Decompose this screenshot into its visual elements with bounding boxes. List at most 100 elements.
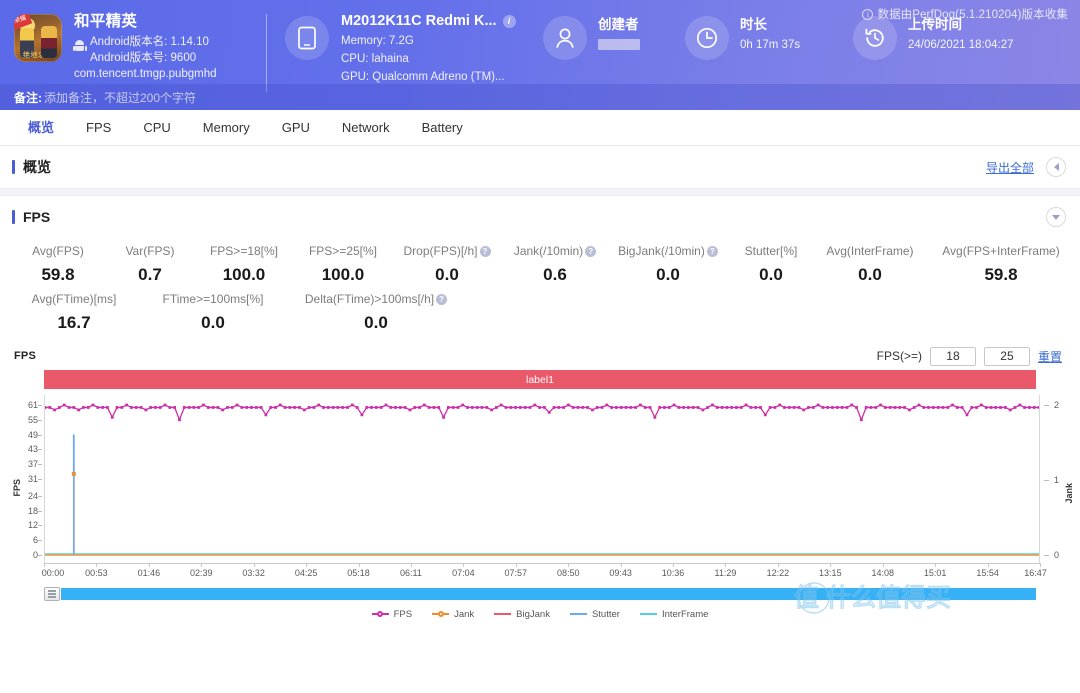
app-info-block: 荣耀 绝地求生 和平精英 Android版本名: 1.14.10 Android… (14, 12, 266, 80)
legend-item-stutter[interactable]: Stutter (569, 609, 620, 620)
stat-label: Stutter[%] (744, 244, 798, 258)
x-tick-mark (410, 563, 412, 567)
phone-icon (285, 16, 329, 60)
y-tick-label: 43 (27, 444, 38, 455)
y2-tick-label: 1 (1054, 475, 1060, 485)
x-tick-mark (201, 563, 203, 567)
fps-plot-canvas[interactable] (44, 395, 1040, 563)
x-tick-mark (935, 563, 937, 567)
help-icon[interactable]: ? (479, 245, 491, 257)
tab-fps[interactable]: FPS (70, 110, 127, 145)
scene-label-band[interactable]: label1 (44, 370, 1036, 389)
overview-panel: 概览 导出全部 (0, 146, 1080, 188)
overview-collapse-button[interactable] (1046, 157, 1066, 177)
y-tick-label: 49 (27, 429, 38, 440)
y-tick-mark (38, 419, 42, 421)
x-tick-mark (358, 563, 360, 567)
x-tick-mark (463, 563, 465, 567)
export-all-link[interactable]: 导出全部 (986, 159, 1034, 176)
legend-label: InterFrame (661, 608, 709, 620)
fps-chart-toolbar: FPS FPS(>=) 18 25 重置 (0, 342, 1080, 370)
x-tick-mark (725, 563, 727, 567)
x-tick-mark (777, 563, 779, 567)
note-bar[interactable]: 备注: 添加备注，不超过200个字符 (0, 84, 1080, 110)
x-tick-mark (253, 563, 255, 567)
legend-swatch (639, 613, 657, 615)
fps-plot-area: FPS Jank 0 6 12 18 24 31 37 43 49 55 61 012 (0, 395, 1080, 563)
tab-overview[interactable]: 概览 (12, 110, 70, 145)
y-tick-mark (38, 495, 42, 497)
stat-var-fps: Var(FPS) 0.7 (106, 242, 194, 290)
tab-battery[interactable]: Battery (406, 110, 479, 145)
fps-stats-row-1: Avg(FPS) 59.8 Var(FPS) 0.7 FPS>=18[%] 100.0 FP… (0, 242, 1080, 290)
fps-stats-row-2: Avg(FTime)[ms] 16.7 FTime>=100ms[%] 0.0 Delt… (0, 290, 1080, 338)
tab-memory[interactable]: Memory (187, 110, 266, 145)
stat-label: Avg(InterFrame) (826, 244, 914, 258)
app-header: i 数据由PerfDog(5.1.210204)版本收集 荣耀 绝地求生 和平精… (0, 0, 1080, 110)
y2-tick-mark (1044, 555, 1049, 556)
y-tick-label: 55 (27, 414, 38, 425)
legend-label: Jank (454, 608, 475, 620)
stat-label: FPS>=25[%] (308, 244, 378, 258)
note-input-placeholder[interactable]: 添加备注，不超过200个字符 (44, 89, 196, 106)
chart-legend: FPS Jank BigJank Stutter InterFrame (0, 604, 1080, 624)
x-tick-label: 10:36 (661, 568, 685, 578)
creator-value-redacted (598, 39, 640, 50)
help-icon[interactable]: ? (706, 245, 718, 257)
stat-label: Var(FPS) (125, 244, 175, 258)
x-tick-label: 06:11 (400, 568, 422, 578)
help-icon[interactable]: ? (436, 293, 448, 305)
app-package-name: com.tencent.tmgp.pubgmhd (74, 68, 217, 80)
stat-bigjank-10min: BigJank(/10min)? 0.0 (608, 242, 728, 290)
chart-scrollbar[interactable] (44, 587, 1036, 601)
fps-chart-label: FPS (14, 350, 36, 362)
tab-cpu[interactable]: CPU (127, 110, 186, 145)
note-label: 备注: (14, 90, 42, 105)
x-tick-label: 09:43 (609, 568, 632, 578)
x-tick-label: 13:15 (819, 568, 842, 578)
fps-stats: Avg(FPS) 59.8 Var(FPS) 0.7 FPS>=18[%] 100.0 FP… (0, 238, 1080, 342)
tab-gpu[interactable]: GPU (266, 110, 326, 145)
android-version-name: Android版本名: 1.14.10 (90, 36, 209, 48)
y-tick-mark (38, 525, 42, 527)
stat-avg-fps-interframe: Avg(FPS+InterFrame) 59.8 (926, 242, 1076, 290)
chart-scroll-handle[interactable] (44, 587, 60, 601)
stat-value: 100.0 (321, 265, 365, 284)
stat-value: 0.0 (858, 265, 882, 284)
x-tick-mark (44, 563, 45, 567)
x-tick-mark (830, 563, 832, 567)
stat-label: Avg(FTime)[ms] (31, 292, 117, 306)
x-axis: 00:00 00:53 01:46 02:39 03:32 04:25 05:18 06:11… (42, 563, 1047, 585)
chart-scroll-track[interactable] (61, 588, 1036, 600)
x-tick-label: 08:50 (556, 568, 580, 578)
x-tick-mark (148, 563, 150, 567)
reset-link[interactable]: 重置 (1038, 348, 1062, 365)
help-icon[interactable]: ? (585, 245, 597, 257)
legend-item-interframe[interactable]: InterFrame (639, 608, 709, 620)
x-tick-label: 03:32 (242, 568, 265, 578)
legend-item-bigjank[interactable]: BigJank (494, 609, 550, 620)
stat-label: FTime>=100ms[%] (162, 292, 264, 306)
fps-panel: FPS Avg(FPS) 59.8 Var(FPS) 0.7 FPS>=18[%] 100… (0, 196, 1080, 624)
stat-label: Avg(FPS) (32, 244, 84, 258)
x-tick-label: 05:18 (347, 568, 370, 578)
stat-value: 0.0 (364, 313, 388, 332)
legend-item-fps[interactable]: FPS (371, 609, 412, 620)
legend-swatch (432, 611, 450, 617)
threshold-input-1[interactable]: 18 (929, 346, 976, 366)
device-info-icon[interactable]: i (502, 15, 516, 28)
x-tick-mark (673, 563, 675, 567)
stat-label: Drop(FPS)[/h]? (403, 242, 491, 260)
creator-block: 创建者 (543, 12, 685, 60)
device-model-row: M2012K11C Redmi K... i (341, 12, 516, 31)
threshold-input-2[interactable]: 25 (983, 346, 1030, 366)
y-tick-mark (38, 510, 42, 512)
legend-item-jank[interactable]: Jank (432, 609, 474, 620)
tab-network[interactable]: Network (326, 110, 406, 145)
stat-value: 0.0 (759, 265, 783, 284)
stat-label: FPS>=18[%] (209, 244, 279, 258)
fps-collapse-button[interactable] (1046, 207, 1066, 227)
y-tick-label: 24 (27, 490, 38, 501)
creator-label: 创建者 (598, 17, 639, 32)
fps-chart: FPS FPS(>=) 18 25 重置 label1 FPS Jank 0 61… (0, 342, 1080, 624)
